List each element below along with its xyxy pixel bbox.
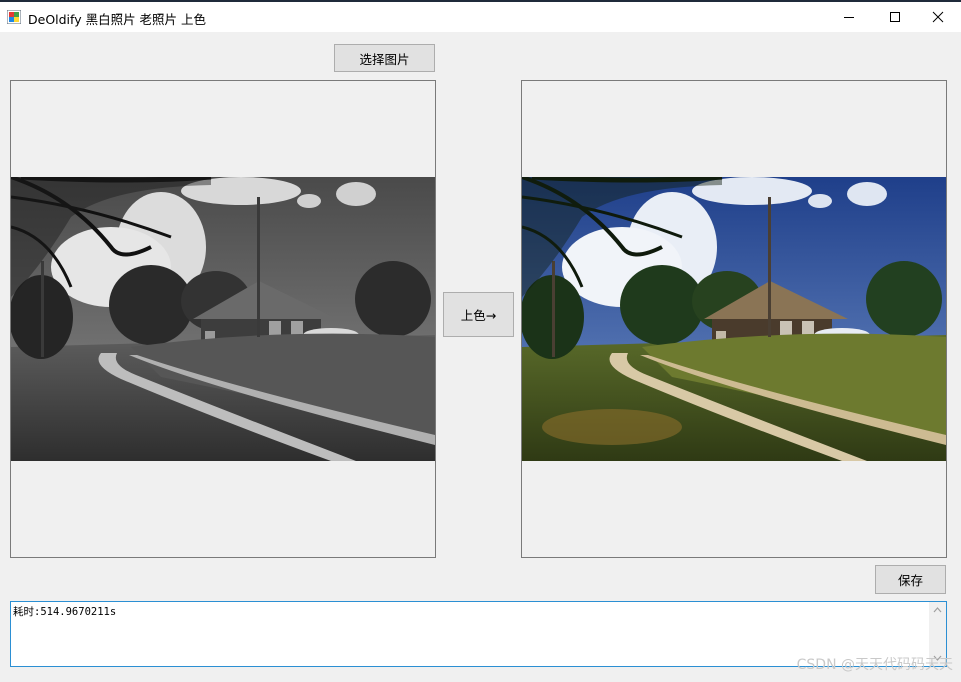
minimize-icon — [844, 17, 854, 18]
colorize-button[interactable]: 上色→ — [443, 292, 514, 337]
watermark: CSDN @天天代码码天天 — [796, 657, 953, 673]
title-bar[interactable]: DeOldify 黑白照片 老照片 上色 — [0, 2, 961, 32]
window-title: DeOldify 黑白照片 老照片 上色 — [28, 12, 207, 27]
colorized-photo — [522, 177, 946, 461]
select-image-button[interactable]: 选择图片 — [334, 44, 435, 72]
maximize-button[interactable] — [872, 2, 918, 32]
colorized-image-panel — [521, 80, 947, 558]
save-button[interactable]: 保存 — [875, 565, 946, 594]
close-icon — [932, 11, 944, 23]
close-button[interactable] — [915, 2, 961, 32]
log-text: 耗时:514.9670211s — [13, 606, 117, 618]
scroll-up-icon[interactable] — [929, 602, 946, 618]
original-photo — [11, 177, 435, 461]
original-image-panel — [10, 80, 436, 558]
minimize-button[interactable] — [826, 2, 872, 32]
app-icon — [7, 10, 21, 24]
maximize-icon — [890, 12, 900, 22]
